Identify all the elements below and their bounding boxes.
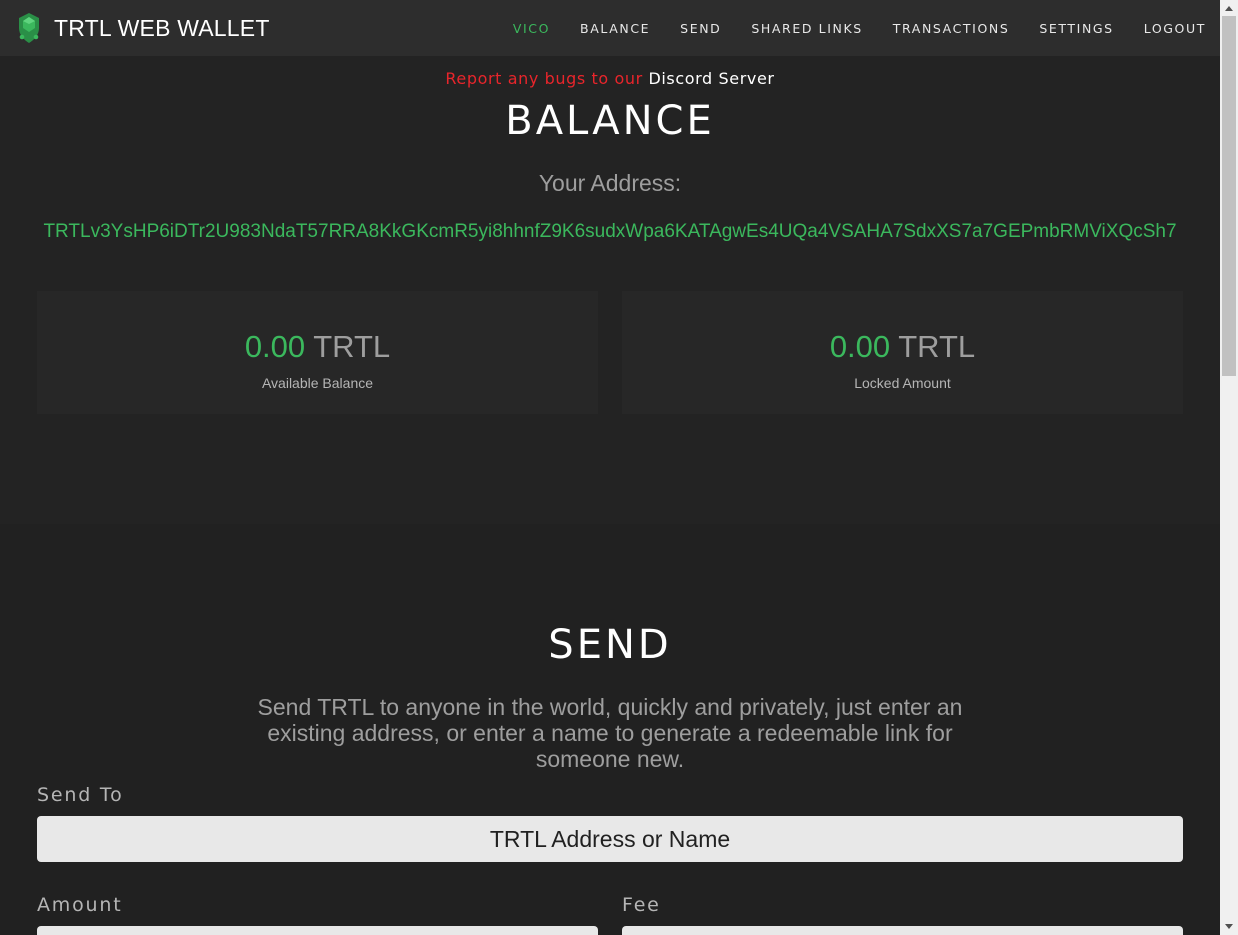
nav-link-balance[interactable]: BALANCE xyxy=(580,21,650,36)
locked-amount-value: 0.00 xyxy=(829,329,891,364)
nav-links: VICO BALANCE SEND SHARED LINKS TRANSACTI… xyxy=(483,0,1206,56)
scroll-thumb[interactable] xyxy=(1222,16,1236,376)
brand-title: TRTL WEB WALLET xyxy=(54,14,270,41)
nav-link-logout[interactable]: LOGOUT xyxy=(1144,21,1206,36)
scroll-down-arrow-icon[interactable] xyxy=(1225,924,1233,929)
bug-report-banner: Report any bugs to our Discord Server xyxy=(0,69,1220,88)
brand[interactable]: TRTL WEB WALLET xyxy=(16,12,270,44)
locked-amount-card: 0.00 TRTL Locked Amount xyxy=(622,291,1183,414)
fee-input[interactable] xyxy=(622,926,1183,935)
amount-input[interactable] xyxy=(37,926,598,935)
wallet-address[interactable]: TRTLv3YsHP6iDTr2U983NdaT57RRA8KkGKcmR5yi… xyxy=(0,221,1220,243)
nav-link-transactions[interactable]: TRANSACTIONS xyxy=(893,21,1010,36)
top-navbar: TRTL WEB WALLET VICO BALANCE SEND SHARED… xyxy=(0,0,1220,56)
available-balance-label: Available Balance xyxy=(261,375,374,391)
locked-amount-unit: TRTL xyxy=(898,329,976,364)
turtle-logo-icon xyxy=(19,13,39,43)
balance-title: BALANCE xyxy=(505,98,715,144)
nav-link-vico[interactable]: VICO xyxy=(513,21,550,36)
fee-label: Fee xyxy=(622,894,661,916)
balance-section: Report any bugs to our Discord Server BA… xyxy=(0,56,1220,524)
available-balance-value: 0.00 xyxy=(244,329,306,364)
send-to-input[interactable] xyxy=(37,816,1183,862)
available-balance-card: 0.00 TRTL Available Balance xyxy=(37,291,598,414)
send-description: Send TRTL to anyone in the world, quickl… xyxy=(257,694,963,772)
available-balance-unit: TRTL xyxy=(313,329,391,364)
bug-report-text: Report any bugs to our xyxy=(445,69,649,88)
address-label: Your Address: xyxy=(538,170,682,196)
nav-link-send[interactable]: SEND xyxy=(680,21,721,36)
available-balance-amount: 0.00 TRTL xyxy=(37,329,598,365)
discord-server-link[interactable]: Discord Server xyxy=(648,69,774,88)
nav-link-settings[interactable]: SETTINGS xyxy=(1039,21,1113,36)
send-section: SEND Send TRTL to anyone in the world, q… xyxy=(0,524,1220,935)
amount-label: Amount xyxy=(37,894,123,916)
page-scrollbar[interactable] xyxy=(1220,0,1238,935)
locked-amount-label: Locked Amount xyxy=(854,375,951,391)
scroll-up-arrow-icon[interactable] xyxy=(1225,6,1233,11)
locked-amount-amount: 0.00 TRTL xyxy=(622,329,1183,365)
send-to-label: Send To xyxy=(37,784,124,806)
nav-link-shared-links[interactable]: SHARED LINKS xyxy=(751,21,862,36)
send-title: SEND xyxy=(548,622,672,668)
